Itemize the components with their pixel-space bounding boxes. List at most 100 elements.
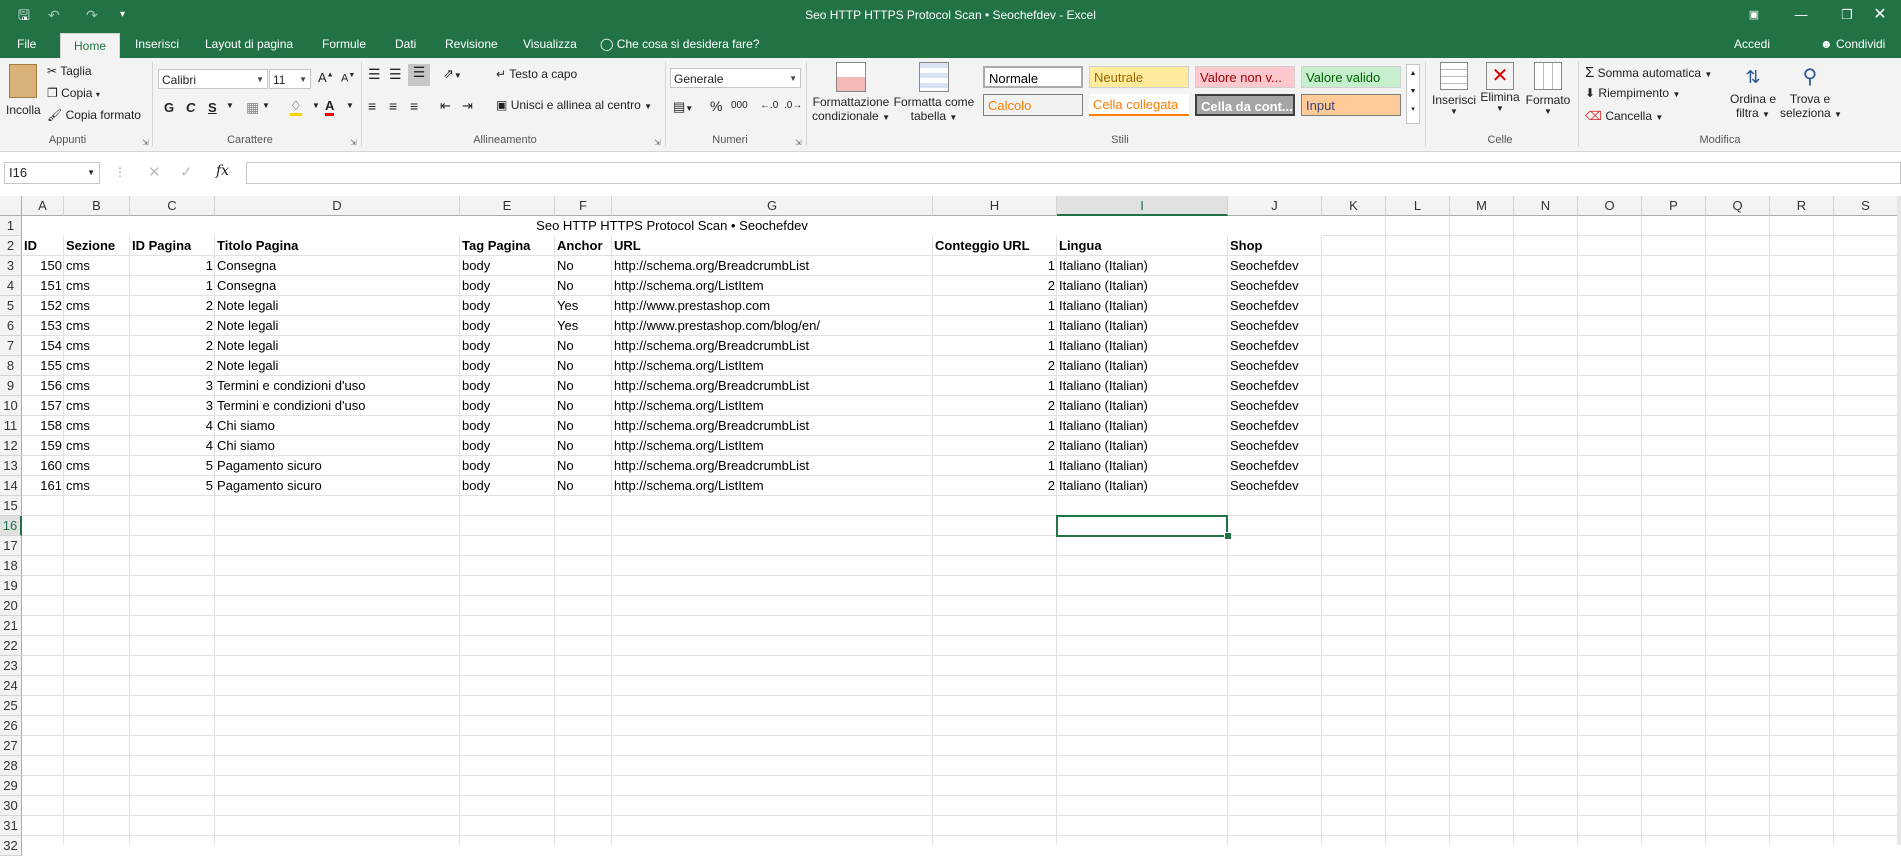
data-cell[interactable]: 5 [130, 456, 215, 476]
header-cell[interactable]: Lingua [1057, 236, 1228, 256]
row-header-28[interactable]: 28 [0, 756, 22, 776]
header-cell[interactable]: Conteggio URL [933, 236, 1057, 256]
formula-input[interactable] [246, 162, 1901, 184]
close-icon[interactable]: ✕ [1858, 0, 1901, 30]
data-cell[interactable]: http://schema.org/BreadcrumbList [612, 376, 933, 396]
row-header-4[interactable]: 4 [0, 276, 22, 296]
column-header-p[interactable]: P [1642, 196, 1706, 216]
fill-button[interactable]: ⬇ Riempimento ▼ [1585, 86, 1680, 100]
data-cell[interactable]: 152 [22, 296, 64, 316]
data-cell[interactable]: Seochefdev [1228, 276, 1322, 296]
header-cell[interactable]: Sezione [64, 236, 130, 256]
data-cell[interactable]: 3 [130, 376, 215, 396]
data-cell[interactable]: Chi siamo [215, 416, 460, 436]
column-header-n[interactable]: N [1514, 196, 1578, 216]
row-header-29[interactable]: 29 [0, 776, 22, 796]
data-cell[interactable]: cms [64, 256, 130, 276]
data-cell[interactable]: Termini e condizioni d'uso [215, 396, 460, 416]
data-cell[interactable]: Yes [555, 296, 612, 316]
tab-review[interactable]: Revisione [445, 30, 498, 58]
autosum-button[interactable]: Σ Somma automatica ▼ [1585, 64, 1712, 81]
data-cell[interactable]: No [555, 436, 612, 456]
data-cell[interactable]: No [555, 416, 612, 436]
data-cell[interactable]: Pagamento sicuro [215, 456, 460, 476]
column-header-s[interactable]: S [1834, 196, 1898, 216]
column-header-i[interactable]: I [1057, 196, 1228, 216]
data-cell[interactable]: 150 [22, 256, 64, 276]
row-header-1[interactable]: 1 [0, 216, 22, 236]
currency-icon[interactable]: ▤▼ [673, 99, 693, 115]
data-cell[interactable]: 1 [130, 276, 215, 296]
dialog-launcher-icon[interactable]: ⇲ [142, 138, 149, 147]
row-header-3[interactable]: 3 [0, 256, 22, 276]
styles-scroll[interactable]: ▲ ▼ ▾ [1406, 64, 1420, 124]
data-cell[interactable]: cms [64, 436, 130, 456]
row-header-7[interactable]: 7 [0, 336, 22, 356]
data-cell[interactable]: 5 [130, 476, 215, 496]
data-cell[interactable]: No [555, 336, 612, 356]
data-cell[interactable]: http://schema.org/BreadcrumbList [612, 416, 933, 436]
style-check-cell[interactable]: Cella da cont... [1195, 94, 1295, 116]
row-header-20[interactable]: 20 [0, 596, 22, 616]
data-cell[interactable]: 4 [130, 436, 215, 456]
column-header-b[interactable]: B [64, 196, 130, 216]
data-cell[interactable]: cms [64, 476, 130, 496]
merge-center-button[interactable]: ▣ Unisci e allinea al centro ▼ [496, 98, 652, 112]
data-cell[interactable]: Note legali [215, 316, 460, 336]
data-cell[interactable]: 2 [130, 296, 215, 316]
data-cell[interactable]: No [555, 376, 612, 396]
data-cell[interactable]: Seochefdev [1228, 416, 1322, 436]
tab-data[interactable]: Dati [395, 30, 416, 58]
data-cell[interactable]: 160 [22, 456, 64, 476]
data-cell[interactable]: 1 [933, 336, 1057, 356]
format-as-table-button[interactable]: Formatta come tabella ▼ [892, 62, 976, 123]
data-cell[interactable]: body [460, 456, 555, 476]
data-cell[interactable]: http://schema.org/ListItem [612, 476, 933, 496]
font-size-select[interactable]: 11 ▼ [269, 69, 311, 89]
number-format-select[interactable]: Generale ▼ [670, 68, 801, 88]
data-cell[interactable]: body [460, 256, 555, 276]
increase-font-icon[interactable]: A▲ [318, 70, 334, 85]
find-select-button[interactable]: ⚲ Trova e seleziona ▼ [1780, 62, 1842, 120]
name-box[interactable]: I16 ▼ [4, 162, 100, 184]
data-cell[interactable]: 157 [22, 396, 64, 416]
minimize-icon[interactable]: — [1779, 0, 1823, 30]
data-cell[interactable]: body [460, 336, 555, 356]
row-header-11[interactable]: 11 [0, 416, 22, 436]
data-cell[interactable]: 161 [22, 476, 64, 496]
align-middle-icon[interactable]: ☰ [389, 66, 402, 83]
data-cell[interactable]: 1 [933, 316, 1057, 336]
row-header-16[interactable]: 16 [0, 516, 22, 536]
data-cell[interactable]: 1 [933, 256, 1057, 276]
column-header-r[interactable]: R [1770, 196, 1834, 216]
data-cell[interactable]: Italiano (Italian) [1057, 436, 1228, 456]
italic-button[interactable]: C [186, 100, 195, 115]
font-color-icon[interactable]: A [325, 98, 335, 116]
data-cell[interactable]: 2 [933, 276, 1057, 296]
tab-view[interactable]: Visualizza [523, 30, 577, 58]
row-header-2[interactable]: 2 [0, 236, 22, 256]
column-header-d[interactable]: D [215, 196, 460, 216]
data-cell[interactable]: cms [64, 396, 130, 416]
vertical-scrollbar[interactable] [1897, 196, 1901, 845]
data-cell[interactable]: http://www.prestashop.com [612, 296, 933, 316]
delete-cells-button[interactable]: ✕ Elimina ▼ [1474, 62, 1526, 113]
data-cell[interactable]: Seochefdev [1228, 336, 1322, 356]
format-cells-button[interactable]: Formato ▼ [1522, 62, 1574, 116]
wrap-text-button[interactable]: ↵ Testo a capo [496, 67, 577, 81]
align-center-icon[interactable]: ≡ [389, 98, 397, 114]
data-cell[interactable]: http://schema.org/ListItem [612, 276, 933, 296]
row-header-27[interactable]: 27 [0, 736, 22, 756]
column-header-l[interactable]: L [1386, 196, 1450, 216]
data-cell[interactable]: 153 [22, 316, 64, 336]
data-cell[interactable]: Italiano (Italian) [1057, 476, 1228, 496]
row-header-19[interactable]: 19 [0, 576, 22, 596]
data-cell[interactable]: No [555, 456, 612, 476]
style-neutral[interactable]: Neutrale [1089, 66, 1189, 88]
row-header-13[interactable]: 13 [0, 456, 22, 476]
data-cell[interactable]: 2 [933, 396, 1057, 416]
row-header-12[interactable]: 12 [0, 436, 22, 456]
data-cell[interactable]: Consegna [215, 276, 460, 296]
data-cell[interactable]: Yes [555, 316, 612, 336]
ribbon-display-icon[interactable]: ▣ [1732, 0, 1776, 30]
